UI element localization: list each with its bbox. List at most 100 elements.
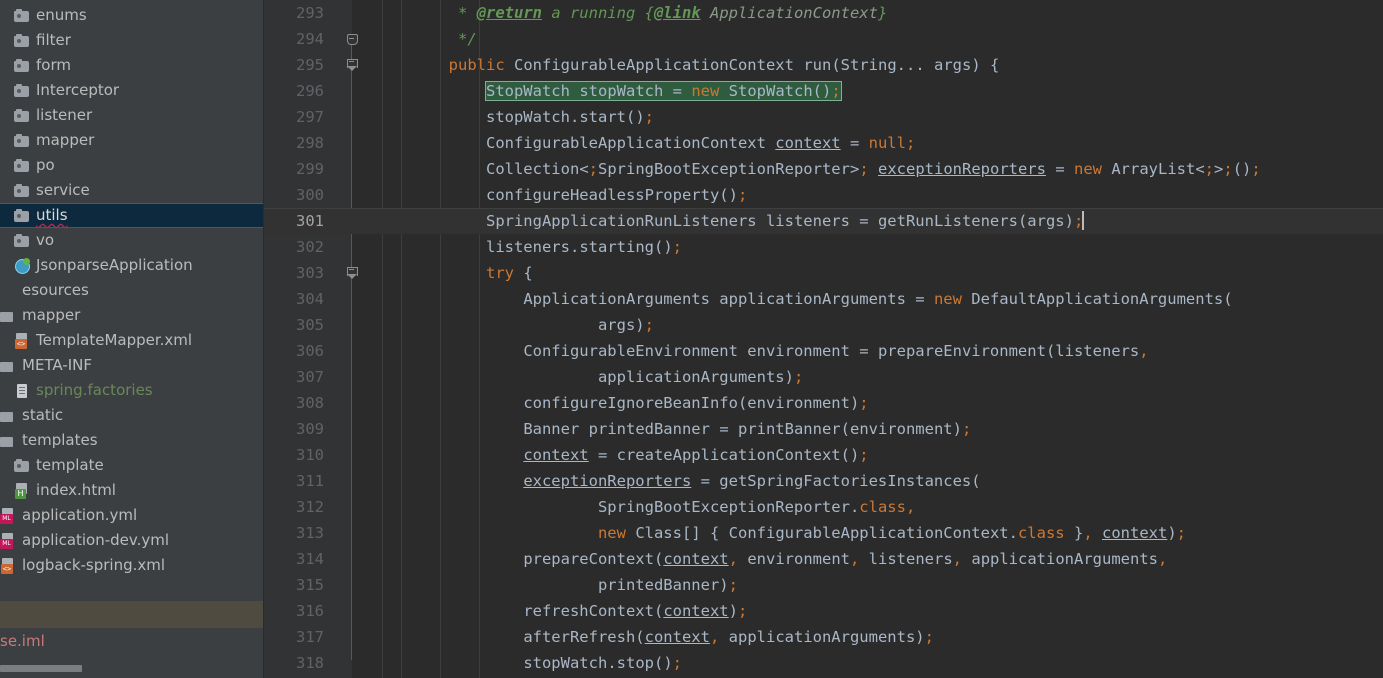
code-text: configureHeadlessProperty(); (485, 186, 748, 204)
tree-item-label: application.yml (22, 506, 138, 524)
code-line[interactable]: 307 applicationArguments); (264, 364, 1383, 390)
code-line[interactable]: 310 context = createApplicationContext()… (264, 442, 1383, 468)
code-text: prepareContext(context, environment, lis… (523, 550, 1168, 568)
tree-item-mapper[interactable]: mapper (0, 303, 264, 328)
code-line[interactable]: 298 ConfigurableApplicationContext conte… (264, 130, 1383, 156)
code-line[interactable]: 313 new Class[] { ConfigurableApplicatio… (264, 520, 1383, 546)
fold-collapse-icon[interactable] (345, 32, 358, 45)
tree-item-label: index.html (36, 481, 116, 499)
folder-icon (14, 458, 30, 474)
code-line[interactable]: 294 */ (264, 26, 1383, 52)
source-folder-icon (0, 308, 16, 324)
tree-item-jsonparseapplication[interactable]: JsonparseApplication (0, 253, 264, 278)
folder-icon (14, 83, 30, 99)
code-line[interactable]: 309 Banner printedBanner = printBanner(e… (264, 416, 1383, 442)
tree-item-label: templates (22, 431, 98, 449)
line-number: 314 (296, 550, 324, 568)
code-text: ApplicationArguments applicationArgument… (523, 290, 1233, 308)
spring-boot-class-icon (14, 257, 30, 274)
tree-item-mapper[interactable]: mapper (0, 128, 264, 153)
line-number: 296 (296, 82, 324, 100)
tree-item-esources[interactable]: esources (0, 278, 264, 303)
code-line[interactable]: 308 configureIgnoreBeanInfo(environment)… (264, 390, 1383, 416)
tree-item-label: application-dev.yml (22, 531, 170, 549)
code-line[interactable]: 317 afterRefresh(context, applicationArg… (264, 624, 1383, 650)
code-line[interactable]: 314 prepareContext(context, environment,… (264, 546, 1383, 572)
code-line[interactable]: 302 listeners.starting(); (264, 234, 1383, 260)
fold-expand-icon[interactable] (345, 58, 358, 71)
project-tree[interactable]: enums filter form Interceptor listener mapper… (0, 0, 264, 578)
tree-item-po[interactable]: po (0, 153, 264, 178)
code-line[interactable]: 300 configureHeadlessProperty(); (264, 182, 1383, 208)
tree-item-label: filter (36, 31, 71, 49)
tree-item-service[interactable]: service (0, 178, 264, 203)
tree-item-logback-spring-xml[interactable]: logback-spring.xml (0, 553, 264, 578)
line-number: 305 (296, 316, 324, 334)
code-editor[interactable]: 293 * @return a running {@link Applicati… (264, 0, 1383, 678)
code-line[interactable]: 295 public ConfigurableApplicationContex… (264, 52, 1383, 78)
tree-item-label: logback-spring.xml (22, 556, 166, 574)
tree-item-template[interactable]: template (0, 453, 264, 478)
tree-item-utils[interactable]: utils (0, 203, 264, 228)
code-line[interactable]: 303 try { (264, 260, 1383, 286)
code-line[interactable]: 304 ApplicationArguments applicationArgu… (264, 286, 1383, 312)
code-line[interactable]: 301 SpringApplicationRunListeners listen… (264, 208, 1383, 234)
tree-item-iml[interactable]: se.iml (0, 629, 263, 653)
folder-icon (14, 133, 30, 149)
tree-item-static[interactable]: static (0, 403, 264, 428)
code-line[interactable]: 318 stopWatch.stop(); (264, 650, 1383, 676)
code-text: Banner printedBanner = printBanner(envir… (523, 420, 972, 438)
tree-item-enums[interactable]: enums (0, 3, 264, 28)
tree-item-templates[interactable]: templates (0, 428, 264, 453)
code-line[interactable]: 297 stopWatch.start(); (264, 104, 1383, 130)
tree-item-listener[interactable]: listener (0, 103, 264, 128)
tree-item-label: listener (36, 106, 93, 124)
source-folder-icon (0, 408, 16, 424)
tree-item-templatemapper-xml[interactable]: TemplateMapper.xml (0, 328, 264, 353)
line-number: 297 (296, 108, 324, 126)
code-line[interactable]: 312 SpringBootExceptionReporter.class, (264, 494, 1383, 520)
tree-item-vo[interactable]: vo (0, 228, 264, 253)
code-line[interactable]: 316 refreshContext(context); (264, 598, 1383, 624)
code-text: new Class[] { ConfigurableApplicationCon… (597, 524, 1187, 542)
code-line[interactable]: 296 StopWatch stopWatch = new StopWatch(… (264, 78, 1383, 104)
ide-window: enums filter form Interceptor listener mapper… (0, 0, 1383, 678)
fold-expand-icon[interactable] (345, 266, 358, 279)
code-text: SpringApplicationRunListeners listeners … (485, 211, 1085, 230)
line-number: 304 (296, 290, 324, 308)
spacer-icon (0, 283, 16, 299)
tree-item-application-yml[interactable]: application.yml (0, 503, 264, 528)
tree-item-label: JsonparseApplication (36, 256, 193, 274)
tree-item-label: TemplateMapper.xml (36, 331, 193, 349)
code-line[interactable]: 315 printedBanner); (264, 572, 1383, 598)
tree-item-spring-factories[interactable]: spring.factories (0, 378, 264, 403)
tree-item-application-dev-yml[interactable]: application-dev.yml (0, 528, 264, 553)
tree-item-index-html[interactable]: index.html (0, 478, 264, 503)
code-line[interactable]: 299 Collection<;SpringBootExceptionRepor… (264, 156, 1383, 182)
code-text: public ConfigurableApplicationContext ru… (448, 56, 1000, 74)
code-text: refreshContext(context); (523, 602, 748, 620)
code-text: configureIgnoreBeanInfo(environment); (523, 394, 869, 412)
html-file-icon (14, 482, 30, 499)
folder-icon (14, 183, 30, 199)
line-number: 315 (296, 576, 324, 594)
tree-item-form[interactable]: form (0, 53, 264, 78)
sidebar-horizontal-scrollbar-thumb[interactable] (0, 665, 82, 672)
tree-item-meta-inf[interactable]: META-INF (0, 353, 264, 378)
code-text: SpringBootExceptionReporter.class, (597, 498, 916, 516)
tree-item-label: po (36, 156, 55, 174)
source-folder-icon (0, 358, 16, 374)
code-line[interactable]: 305 args); (264, 312, 1383, 338)
code-line[interactable]: 293 * @return a running {@link Applicati… (264, 0, 1383, 26)
line-number: 308 (296, 394, 324, 412)
tree-item-interceptor[interactable]: Interceptor (0, 78, 264, 103)
code-line[interactable]: 311 exceptionReporters = getSpringFactor… (264, 468, 1383, 494)
xml-file-icon (0, 557, 16, 574)
tree-item-filter[interactable]: filter (0, 28, 264, 53)
tree-item-label: static (22, 406, 64, 424)
editor-lines[interactable]: 293 * @return a running {@link Applicati… (264, 0, 1383, 676)
line-number: 311 (296, 472, 324, 490)
line-number: 318 (296, 654, 324, 672)
code-line[interactable]: 306 ConfigurableEnvironment environment … (264, 338, 1383, 364)
project-tree-panel[interactable]: enums filter form Interceptor listener mapper… (0, 0, 264, 678)
